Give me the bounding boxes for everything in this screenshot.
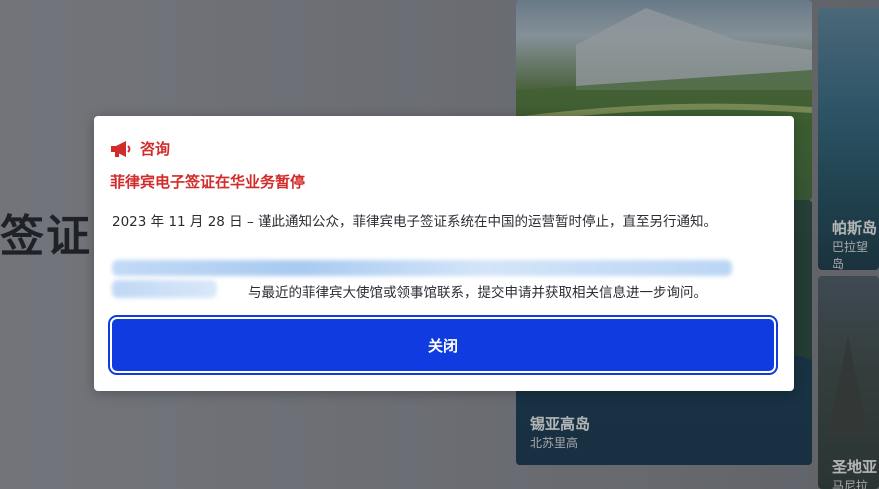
dialog-body-text: 2023 年 11 月 28 日 – 谨此通知公众，菲律宾电子签证系统在中国的运…	[112, 214, 718, 230]
megaphone-icon	[111, 140, 131, 157]
announcement-dialog: 咨询 菲律宾电子签证在华业务暂停 2023 年 11 月 28 日 – 谨此通知…	[94, 116, 794, 391]
dialog-header: 咨询	[110, 138, 170, 159]
dialog-category-label: 咨询	[140, 140, 171, 158]
dialog-title: 菲律宾电子签证在华业务暂停	[110, 173, 306, 191]
redacted-link-text	[112, 260, 732, 276]
dialog-body-tail: 与最近的菲律宾大使馆或领事馆联系，提交申请并获取相关信息进一步询问。	[248, 285, 707, 301]
close-button[interactable]: 关闭	[108, 315, 778, 375]
dialog-redacted-paragraph: 与最近的菲律宾大使馆或领事馆联系，提交申请并获取相关信息进一步询问。	[112, 260, 782, 301]
redacted-text	[112, 280, 217, 298]
